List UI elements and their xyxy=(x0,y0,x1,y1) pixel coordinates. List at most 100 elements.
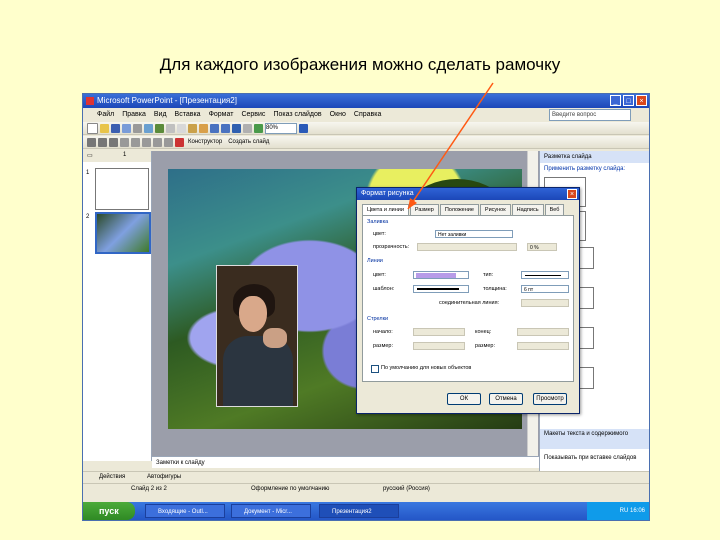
task-powerpoint[interactable]: Презентация2 xyxy=(319,504,399,518)
undo-icon[interactable] xyxy=(210,123,219,133)
menu-slideshow[interactable]: Показ слайдов xyxy=(273,108,321,121)
transparency-value[interactable]: 0 % xyxy=(527,243,557,251)
permission-icon[interactable] xyxy=(122,123,131,133)
transparency-slider[interactable] xyxy=(417,243,517,251)
underline-icon[interactable] xyxy=(109,137,118,147)
line-weight-label: толщина: xyxy=(483,286,507,292)
arrows-group-label: Стрелки xyxy=(367,316,389,322)
connector-select[interactable] xyxy=(521,299,569,307)
help-search-input[interactable]: Введите вопрос xyxy=(549,109,631,121)
dialog-close-button[interactable]: × xyxy=(567,189,577,199)
powerpoint-icon xyxy=(86,97,94,105)
end-size-label: размер: xyxy=(475,343,496,349)
slides-pane-tabs: ▭ 1 xyxy=(83,151,151,162)
clock: 16:06 xyxy=(629,508,645,514)
window-titlebar: Microsoft PowerPoint - [Презентация2] _ … xyxy=(83,94,649,108)
end-style-select[interactable] xyxy=(517,328,569,336)
powerpoint-window: Microsoft PowerPoint - [Презентация2] _ … xyxy=(82,93,650,521)
chart-icon[interactable] xyxy=(232,123,241,133)
preview-button[interactable]: Просмотр xyxy=(533,393,567,405)
slide-thumbnail-2[interactable] xyxy=(95,212,151,254)
task-word[interactable]: Документ - Micr... xyxy=(231,504,311,518)
help-icon[interactable] xyxy=(299,123,308,133)
maximize-button[interactable]: □ xyxy=(623,95,634,106)
paste-icon[interactable] xyxy=(188,123,197,133)
cancel-button[interactable]: Отмена xyxy=(489,393,523,405)
apply-layout-label: Применить разметку слайда: xyxy=(544,166,626,172)
format-picture-dialog: Формат рисунка × Цвета и линии Размер По… xyxy=(356,187,580,414)
outline-tab[interactable]: ▭ xyxy=(87,152,93,159)
start-button[interactable]: пуск xyxy=(83,502,135,520)
italic-icon[interactable] xyxy=(98,137,107,147)
slide-thumbnail-1[interactable] xyxy=(95,168,149,210)
slide-title: Для каждого изображения можно сделать ра… xyxy=(159,55,561,74)
begin-style-select[interactable] xyxy=(413,328,465,336)
default-checkbox[interactable] xyxy=(371,365,379,373)
ok-button[interactable]: ОК xyxy=(447,393,481,405)
numbering-icon[interactable] xyxy=(164,137,173,147)
line-type-select[interactable] xyxy=(413,285,469,293)
preview-icon[interactable] xyxy=(144,123,153,133)
thumb-number: 1 xyxy=(86,170,90,176)
menu-window[interactable]: Окно xyxy=(330,108,346,121)
slides-tab[interactable]: 1 xyxy=(123,152,126,158)
zoom-select[interactable]: 80% xyxy=(265,122,297,134)
windows-taskbar: пуск Входящие - Outl... Документ - Micr.… xyxy=(83,502,649,520)
actions-menu[interactable]: Действия xyxy=(99,474,125,480)
autoshapes-menu[interactable]: Автофигуры xyxy=(147,474,181,480)
window-title: Microsoft PowerPoint - [Презентация2] xyxy=(97,96,237,105)
redo-icon[interactable] xyxy=(221,123,230,133)
menu-help[interactable]: Справка xyxy=(354,108,381,121)
close-button[interactable]: × xyxy=(636,95,647,106)
selected-portrait-image[interactable] xyxy=(216,265,298,407)
menu-tools[interactable]: Сервис xyxy=(241,108,265,121)
menu-insert[interactable]: Вставка xyxy=(175,108,201,121)
dialog-body: Заливка цвет: Нет заливки прозрачность: … xyxy=(362,215,574,382)
show-on-insert-checkbox[interactable]: Показывать при вставке слайдов xyxy=(544,455,636,461)
text-content-layouts-header: Макеты текста и содержимого xyxy=(540,429,649,449)
save-icon[interactable] xyxy=(111,123,120,133)
line-type-label: шаблон: xyxy=(373,286,395,292)
transparency-label: прозрачность: xyxy=(373,244,410,250)
begin-size-select[interactable] xyxy=(413,342,465,350)
fill-color-select[interactable]: Нет заливки xyxy=(435,230,513,238)
open-icon[interactable] xyxy=(100,123,109,133)
menu-file[interactable]: Файл xyxy=(97,108,114,121)
system-tray: RU 16:06 xyxy=(587,502,649,520)
menu-format[interactable]: Формат xyxy=(209,108,234,121)
fill-group-label: Заливка xyxy=(367,219,389,225)
bullets-icon[interactable] xyxy=(153,137,162,147)
task-outlook[interactable]: Входящие - Outl... xyxy=(145,504,225,518)
new-icon[interactable] xyxy=(87,122,98,134)
notes-pane[interactable]: Заметки к слайду xyxy=(152,456,539,468)
line-dash-label: тип: xyxy=(483,272,494,278)
table-icon[interactable] xyxy=(243,123,252,133)
line-color-select[interactable] xyxy=(413,271,469,279)
designer-button[interactable]: Конструктор xyxy=(188,139,222,145)
end-size-select[interactable] xyxy=(517,342,569,350)
format-painter-icon[interactable] xyxy=(199,123,208,133)
insert-image-icon[interactable] xyxy=(254,123,263,133)
font-color-icon[interactable] xyxy=(175,137,184,147)
align-center-icon[interactable] xyxy=(131,137,140,147)
begin-size-label: размер: xyxy=(373,343,394,349)
align-right-icon[interactable] xyxy=(142,137,151,147)
status-bar: Слайд 2 из 2 Оформление по умолчанию рус… xyxy=(83,483,649,494)
line-dash-select[interactable] xyxy=(521,271,569,279)
bold-icon[interactable] xyxy=(87,137,96,147)
thumb-number: 2 xyxy=(86,214,90,220)
align-left-icon[interactable] xyxy=(120,137,129,147)
line-weight-field[interactable]: 6 пт xyxy=(521,285,569,293)
tray-language[interactable]: RU xyxy=(620,508,629,514)
new-slide-button[interactable]: Создать слайд xyxy=(228,139,269,145)
copy-icon[interactable] xyxy=(177,123,186,133)
spelling-icon[interactable] xyxy=(155,123,164,133)
menu-edit[interactable]: Правка xyxy=(122,108,146,121)
minimize-button[interactable]: _ xyxy=(610,95,621,106)
print-icon[interactable] xyxy=(133,123,142,133)
cut-icon[interactable] xyxy=(166,123,175,133)
connector-label: соединительная линия: xyxy=(439,300,500,306)
menu-view[interactable]: Вид xyxy=(154,108,167,121)
line-color-label: цвет: xyxy=(373,272,386,278)
standard-toolbar: 80% xyxy=(83,122,649,135)
